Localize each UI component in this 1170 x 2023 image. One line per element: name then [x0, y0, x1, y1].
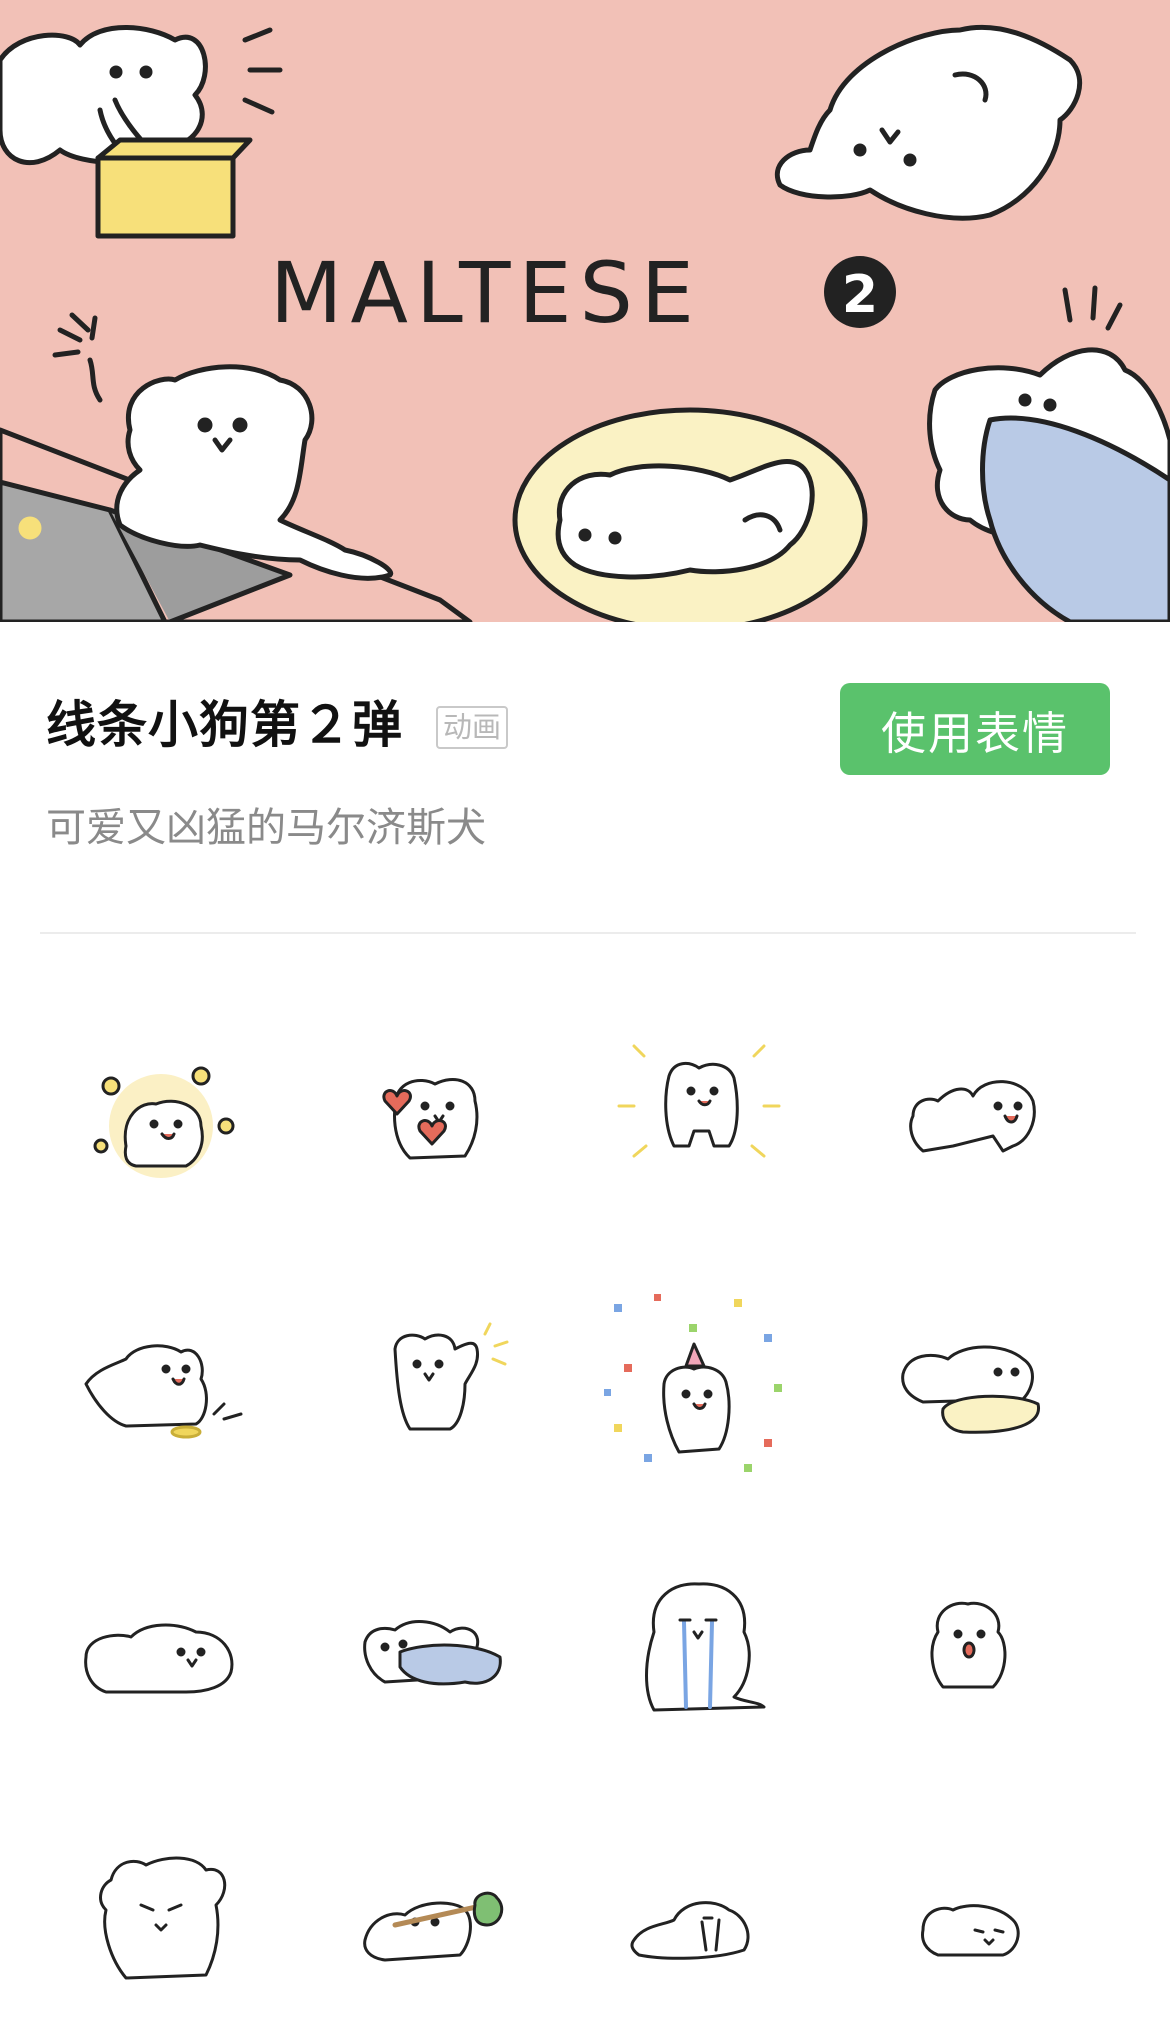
sticker-item[interactable] [56, 1274, 266, 1484]
use-sticker-button[interactable]: 使用表情 [840, 683, 1110, 775]
sticker-grid [56, 1006, 1126, 2020]
sticker-item[interactable] [56, 1810, 266, 2020]
sticker-item[interactable] [863, 1006, 1073, 1216]
sticker-item[interactable] [863, 1810, 1073, 2020]
pack-info: 线条小狗第２弹 动画 使用表情 可爱又凶猛的马尔济斯犬 [0, 622, 1170, 934]
sticker-item[interactable] [325, 1542, 535, 1752]
sticker-item[interactable] [594, 1274, 804, 1484]
dog-lying-sticker [84, 1623, 234, 1694]
dog-hearts-sticker [382, 1078, 479, 1160]
sticker-item[interactable] [594, 1542, 804, 1752]
sticker-item[interactable] [863, 1542, 1073, 1752]
dog-cushion-illustration [512, 407, 868, 622]
dog-crying-sticker [645, 1582, 766, 1712]
dog-pillow-sticker [901, 1345, 1041, 1434]
pack-title: 线条小狗第２弹 [46, 696, 403, 754]
sticker-item[interactable] [56, 1006, 266, 1216]
sticker-item[interactable] [325, 1274, 535, 1484]
dog-crawl-sticker [909, 1080, 1036, 1153]
divider [40, 932, 1136, 934]
dog-angry-sticker [99, 1856, 227, 1980]
dog-bindle-sticker [363, 1891, 504, 1962]
banner: MALTESE 2 [0, 0, 1170, 622]
svg-text:2: 2 [842, 265, 878, 325]
sticker-item[interactable] [56, 1542, 266, 1752]
pack-description: 可爱又凶猛的马尔济斯犬 [46, 805, 486, 851]
sticker-item[interactable] [863, 1274, 1073, 1484]
svg-text:MALTESE: MALTESE [270, 244, 702, 342]
dog-nap-sticker [921, 1904, 1020, 1957]
dog-party-sticker [604, 1294, 782, 1472]
sticker-item[interactable] [325, 1006, 535, 1216]
dog-blanket-sticker [363, 1620, 502, 1686]
sticker-item[interactable] [594, 1810, 804, 2020]
dog-pee-sticker [84, 1344, 243, 1439]
sticker-item[interactable] [594, 1006, 804, 1216]
sticker-item[interactable] [325, 1810, 535, 2020]
dog-sleeping-sticker [630, 1901, 750, 1960]
dog-flowers-sticker [93, 1066, 235, 1178]
dog-wave-sticker [393, 1322, 509, 1431]
animated-badge: 动画 [436, 706, 509, 750]
dog-sitting-sticker [930, 1601, 1007, 1689]
dog-shining-sticker [617, 1044, 781, 1158]
